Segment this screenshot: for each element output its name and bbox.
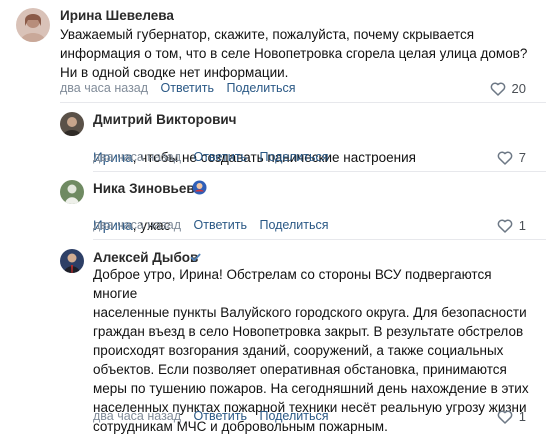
comment-time[interactable]: два часа назад <box>93 218 181 232</box>
comment-meta: два часа назад Ответить Поделиться <box>93 409 338 423</box>
divider <box>93 239 546 240</box>
heart-outline-icon <box>497 150 513 165</box>
share-button[interactable]: Поделиться <box>259 150 328 164</box>
comment-author[interactable]: Ирина Шевелева <box>60 8 174 23</box>
comment-meta: два часа назад Ответить Поделиться <box>93 218 338 232</box>
like-count: 1 <box>518 409 526 424</box>
comment-text: Уважаемый губернатор, скажите, пожалуйст… <box>60 27 528 80</box>
like-count: 20 <box>511 81 526 96</box>
reply-button[interactable]: Ответить <box>194 150 247 164</box>
like-button[interactable]: 20 <box>490 81 526 96</box>
like-count: 7 <box>518 150 526 165</box>
avatar[interactable] <box>60 112 84 136</box>
share-button[interactable]: Поделиться <box>226 81 295 95</box>
like-button[interactable]: 1 <box>497 218 526 233</box>
comment-time[interactable]: два часа назад <box>60 81 148 95</box>
heart-outline-icon <box>497 218 513 233</box>
comment-time[interactable]: два часа назад <box>93 409 181 423</box>
reply-button[interactable]: Ответить <box>194 218 247 232</box>
share-button[interactable]: Поделиться <box>259 409 328 423</box>
share-button[interactable]: Поделиться <box>259 218 328 232</box>
verified-check-icon <box>190 253 201 262</box>
like-count: 1 <box>518 218 526 233</box>
avatar[interactable] <box>60 180 84 204</box>
reply-button[interactable]: Ответить <box>194 409 247 423</box>
comment-author[interactable]: Ника Зиновьева <box>93 181 202 196</box>
comment-meta: два часа назад Ответить Поделиться <box>93 150 338 164</box>
comment-meta: два часа назад Ответить Поделиться <box>60 81 305 95</box>
heart-outline-icon <box>497 409 513 424</box>
divider <box>60 102 546 103</box>
divider <box>93 171 546 172</box>
comment-author[interactable]: Дмитрий Викторович <box>93 112 237 127</box>
avatar[interactable] <box>60 249 84 273</box>
like-button[interactable]: 1 <box>497 409 526 424</box>
reply-button[interactable]: Ответить <box>161 81 214 95</box>
comment-time[interactable]: два часа назад <box>93 150 181 164</box>
like-button[interactable]: 7 <box>497 150 526 165</box>
avatar[interactable] <box>16 8 50 42</box>
comment-author[interactable]: Алексей Дыбов <box>93 250 198 265</box>
heart-outline-icon <box>490 81 505 96</box>
emoji-badge-icon <box>192 180 207 195</box>
